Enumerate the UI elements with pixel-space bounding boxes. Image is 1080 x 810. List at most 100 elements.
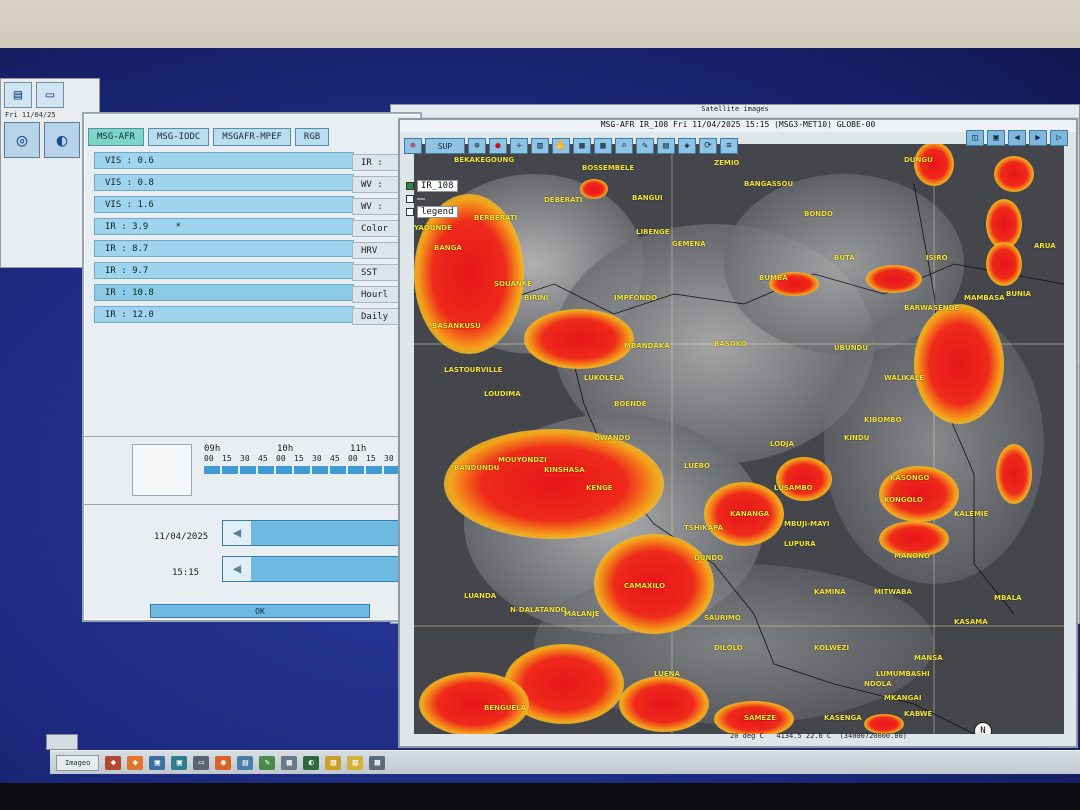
tab-msgafr-mpef[interactable]: MSGAFR-MPEF <box>213 128 291 146</box>
arrow-left-icon[interactable]: ◀ <box>223 521 251 545</box>
place-label: DUNDO <box>694 554 724 562</box>
place-label: MANONO <box>894 552 931 560</box>
place-label: MAMBASA <box>964 294 1005 302</box>
place-label: ZEMIO <box>714 159 740 167</box>
channel-item[interactable]: IR : 3.9 * <box>94 218 354 235</box>
taskbar-item[interactable]: Imageo <box>56 754 100 771</box>
print-icon[interactable]: ▥ <box>531 138 549 154</box>
channel-item[interactable]: IR : 8.7 <box>94 240 354 257</box>
app-icon[interactable]: ▣ <box>171 755 188 770</box>
image-icon[interactable]: ▦ <box>573 138 591 154</box>
place-label: KABWE <box>904 710 933 718</box>
divider <box>84 504 424 505</box>
place-label: MANSA <box>914 654 943 662</box>
tab-msg-afr[interactable]: MSG-AFR <box>88 128 144 146</box>
record-icon[interactable]: ● <box>489 138 507 154</box>
window-icon[interactable]: ▭ <box>36 82 64 108</box>
grid-icon[interactable]: ▤ <box>657 138 675 154</box>
app-icon[interactable]: ▦ <box>281 755 298 770</box>
app-icon[interactable]: ▭ <box>193 755 210 770</box>
channel-item[interactable]: VIS : 1.6 <box>94 196 354 213</box>
place-label: ARUA <box>1034 242 1056 250</box>
app-icon[interactable]: ◐ <box>303 755 320 770</box>
firefox-icon[interactable]: ◉ <box>215 755 232 770</box>
desktop-icon[interactable] <box>46 734 78 750</box>
folder-icon[interactable]: ▤ <box>4 82 32 108</box>
checkbox-icon[interactable] <box>406 208 414 216</box>
save-icon[interactable]: ▣ <box>987 130 1005 146</box>
crosshair-icon[interactable]: ✛ <box>510 138 528 154</box>
zoom-in-icon[interactable]: ⊕ <box>468 138 486 154</box>
map-toolbar: ⊗ SUP ⊕ ● ✛ ▥ ✋ ▦ ▦ ⌕ ✎ ▤ ◈ ⟳ ≋ <box>404 138 738 154</box>
place-label: LASTOURVILLE <box>444 366 503 374</box>
timeline-minute: 00 <box>276 454 286 463</box>
place-label: BASANKUSU <box>432 322 481 330</box>
checkbox-icon[interactable] <box>406 195 414 203</box>
place-label: BANDUNDU <box>454 464 500 472</box>
app-icon[interactable]: ▧ <box>325 755 342 770</box>
layer-item[interactable]: IR_108 <box>406 180 458 192</box>
place-label: N-DALATANDO <box>510 606 567 614</box>
app-icon[interactable]: ✎ <box>259 755 276 770</box>
channel-item[interactable]: VIS : 0.6 <box>94 152 354 169</box>
place-label: BERBERATI <box>474 214 518 222</box>
layer-name: legend <box>417 206 458 218</box>
channel-list: VIS : 0.6 VIS : 0.8 VIS : 1.6 IR : 3.9 *… <box>94 152 354 328</box>
tab-rgb[interactable]: RGB <box>294 128 330 146</box>
hand-icon[interactable]: ✋ <box>552 138 570 154</box>
date-slider[interactable]: ◀ ▶ <box>222 520 422 546</box>
place-label: LUPURA <box>784 540 816 548</box>
window-title: Satellite images <box>391 105 1079 117</box>
layer-name <box>417 198 425 200</box>
play-back-icon[interactable]: ◀ <box>1008 130 1026 146</box>
layer-item[interactable]: legend <box>406 206 458 218</box>
place-label: MITWABA <box>874 588 912 596</box>
map-toolbar-right: ◫ ▣ ◀ ▶ ▷ <box>966 130 1068 146</box>
app-icon[interactable]: ▤ <box>237 755 254 770</box>
channel-item[interactable]: VIS : 0.8 <box>94 174 354 191</box>
checkbox-icon[interactable] <box>406 182 414 190</box>
magnify-icon[interactable]: ⌕ <box>615 138 633 154</box>
satellite-icon[interactable]: ◎ <box>4 122 40 158</box>
channel-item-selected[interactable]: IR : 10.8 <box>94 284 354 301</box>
app-icon[interactable]: ◆ <box>127 755 144 770</box>
layer-item[interactable] <box>406 195 458 203</box>
refresh-icon[interactable]: ⟳ <box>699 138 717 154</box>
app-icon[interactable]: ◆ <box>105 755 122 770</box>
layers-icon[interactable]: ◫ <box>966 130 984 146</box>
place-label: MBALA <box>994 594 1022 602</box>
time-slider[interactable]: ◀ ▶ <box>222 556 422 582</box>
sup-button[interactable]: SUP <box>425 138 465 154</box>
timeline-slots[interactable] <box>204 466 424 474</box>
place-label: KENGE <box>586 484 613 492</box>
app-icon[interactable]: ▨ <box>347 755 364 770</box>
channel-item[interactable]: IR : 9.7 <box>94 262 354 279</box>
monitor-screen: ▤ ▭ Fri 11/04/25 ◎ ◐ Satellite images MS… <box>0 48 1080 783</box>
place-label: BOENDE <box>614 400 647 408</box>
arrow-left-icon[interactable]: ◀ <box>223 557 251 581</box>
place-label: DUNGU <box>904 156 933 164</box>
satellite-map[interactable]: BEKAKEGOUNG BOSSEMBELE DEBERATI BANGUI Z… <box>414 144 1064 734</box>
globe-icon[interactable]: ◐ <box>44 122 80 158</box>
app-icon[interactable]: ▩ <box>369 755 386 770</box>
place-label: CAMAXILO <box>624 582 666 590</box>
timeline-hour: 10h <box>277 444 294 454</box>
place-label: BASOKO <box>714 340 747 348</box>
close-icon[interactable]: ⊗ <box>404 138 422 154</box>
ok-button[interactable]: OK <box>150 604 370 618</box>
tab-msg-iodc[interactable]: MSG-IODC <box>147 128 210 146</box>
image-icon[interactable]: ▦ <box>594 138 612 154</box>
forward-icon[interactable]: ▷ <box>1050 130 1068 146</box>
place-label: KASAMA <box>954 618 988 626</box>
timeline-minute: 15 <box>366 454 376 463</box>
channel-item[interactable]: IR : 12.0 <box>94 306 354 323</box>
app-icon[interactable]: ▣ <box>149 755 166 770</box>
pen-icon[interactable]: ✎ <box>636 138 654 154</box>
wind-icon[interactable]: ≋ <box>720 138 738 154</box>
timeline-minute: 00 <box>348 454 358 463</box>
place-label: BARWASENDE <box>904 304 960 312</box>
palette-icon[interactable]: ◈ <box>678 138 696 154</box>
place-label: BIRINI <box>524 294 549 302</box>
place-label: KASONGO <box>890 474 930 482</box>
play-icon[interactable]: ▶ <box>1029 130 1047 146</box>
